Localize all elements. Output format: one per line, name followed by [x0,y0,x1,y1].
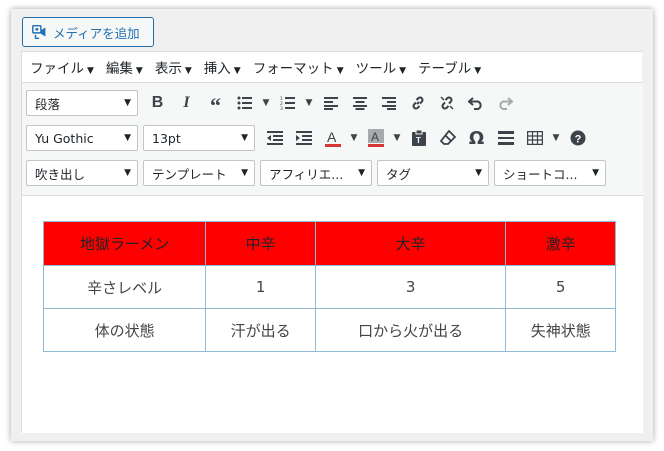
clear-format-icon[interactable] [433,125,462,151]
help-icon[interactable]: ? [563,125,592,151]
background-color-caret-icon[interactable]: ▼ [390,125,404,151]
align-center-icon[interactable] [345,90,374,116]
redo-icon[interactable] [490,90,519,116]
svg-text:A: A [371,130,379,144]
menu-tools[interactable]: ツール ▼ [356,57,406,77]
bullet-list-caret-icon[interactable]: ▼ [259,90,273,116]
table-cell[interactable]: 3 [314,265,507,309]
menu-edit[interactable]: 編集 ▼ [106,57,143,77]
menu-file[interactable]: ファイル ▼ [30,57,94,77]
table-header-cell[interactable]: 地獄ラーメン [42,221,207,266]
font-family-select[interactable]: Yu Gothic ▼ [26,125,138,151]
table-row: 体の状態 汗が出る 口から火が出る 失神状態 [42,308,616,352]
table-cell[interactable]: 失神状態 [505,308,616,352]
toolbar-row-1: 段落 ▼ B I “ ▼ 123 ▼ [26,89,519,118]
tag-select[interactable]: タグ ▼ [377,160,489,186]
table-row: 辛さレベル 1 3 5 [42,265,616,309]
menu-format[interactable]: フォーマット ▼ [253,57,344,77]
svg-text:?: ? [574,134,581,146]
table-cell[interactable]: 汗が出る [205,308,316,352]
menu-insert[interactable]: 挿入 ▼ [204,57,241,77]
undo-icon[interactable] [461,90,490,116]
table-header-row: 地獄ラーメン 中辛 大辛 激辛 [42,221,616,266]
media-icon [32,24,46,40]
balloon-select[interactable]: 吹き出し ▼ [26,160,138,186]
numbered-list-caret-icon[interactable]: ▼ [302,90,316,116]
svg-text:A: A [327,129,337,145]
text-color-caret-icon[interactable]: ▼ [347,125,361,151]
add-media-label: メディアを追加 [53,26,140,41]
blockquote-icon[interactable]: “ [201,90,230,118]
horizontal-line-icon[interactable] [491,125,520,151]
menu-table[interactable]: テーブル ▼ [418,57,481,77]
indent-icon[interactable] [289,125,318,151]
table-caret-icon[interactable]: ▼ [549,125,563,151]
svg-text:3: 3 [280,106,283,110]
toolbar-row-2: Yu Gothic ▼ 13pt ▼ A ▼ A ▼ T Ω ▼ ? [26,124,592,152]
text-color-icon[interactable]: A [318,125,347,151]
align-left-icon[interactable] [316,90,345,116]
bold-icon[interactable]: B [143,90,172,116]
spiciness-table[interactable]: 地獄ラーメン 中辛 大辛 激辛 辛さレベル 1 3 5 体の状態 汗が出る 口か… [42,221,616,352]
outdent-icon[interactable] [260,125,289,151]
toolbar-row-3: 吹き出し ▼ テンプレート ▼ アフィリエ... ▼ タグ ▼ ショートコ... ▼ [26,159,611,187]
svg-text:T: T [416,136,421,145]
template-select[interactable]: テンプレート ▼ [143,160,255,186]
table-icon[interactable] [520,125,549,151]
toolbar: 段落 ▼ B I “ ▼ 123 ▼ Yu Gothic ▼ 13pt ▼ A … [22,83,643,196]
editor-content[interactable]: 地獄ラーメン 中辛 大辛 激辛 辛さレベル 1 3 5 体の状態 汗が出る 口か… [22,196,643,433]
table-cell[interactable]: 辛さレベル [42,265,207,309]
table-cell[interactable]: 体の状態 [42,308,207,352]
paste-text-icon[interactable]: T [404,125,433,151]
add-media-button[interactable]: メディアを追加 [22,17,154,47]
numbered-list-icon[interactable]: 123 [273,90,302,116]
special-char-icon[interactable]: Ω [462,125,491,151]
table-cell[interactable]: 1 [205,265,316,309]
font-size-select[interactable]: 13pt ▼ [143,125,255,151]
table-cell[interactable]: 口から火が出る [314,308,507,352]
link-icon[interactable] [403,90,432,116]
menubar: ファイル ▼ 編集 ▼ 表示 ▼ 挿入 ▼ フォーマット ▼ ツール ▼ テーブル ▼ [22,52,643,83]
bullet-list-icon[interactable] [230,90,259,116]
tinymce-editor: ファイル ▼ 編集 ▼ 表示 ▼ 挿入 ▼ フォーマット ▼ ツール ▼ テーブル ▼ 段落 ▼… [21,51,643,433]
block-format-select[interactable]: 段落 ▼ [26,90,138,116]
table-header-cell[interactable]: 大辛 [314,221,507,266]
table-cell[interactable]: 5 [505,265,616,309]
background-color-icon[interactable]: A [361,125,390,151]
align-right-icon[interactable] [374,90,403,116]
italic-icon[interactable]: I [172,90,201,116]
menu-view[interactable]: 表示 ▼ [155,57,192,77]
shortcode-select[interactable]: ショートコ... ▼ [494,160,606,186]
affiliate-select[interactable]: アフィリエ... ▼ [260,160,372,186]
unlink-icon[interactable] [432,90,461,116]
table-header-cell[interactable]: 中辛 [205,221,316,266]
table-header-cell[interactable]: 激辛 [505,221,616,266]
